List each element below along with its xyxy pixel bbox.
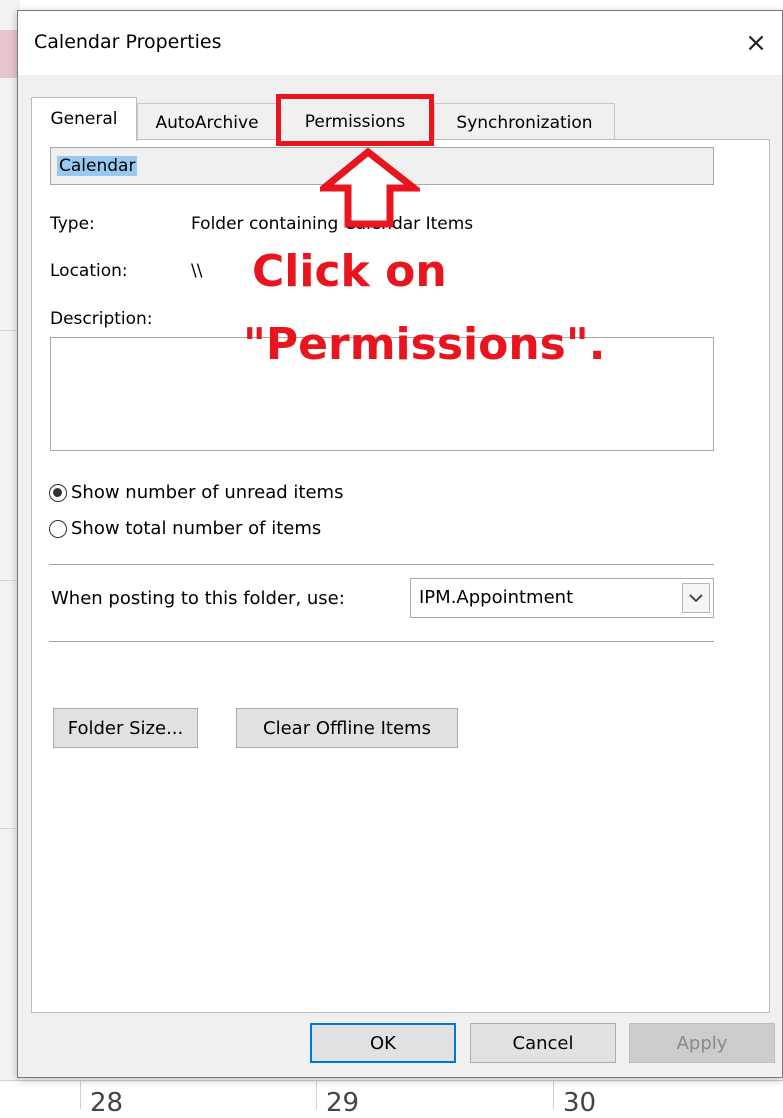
ok-button[interactable]: OK (310, 1023, 456, 1063)
calendar-day-number: 28 (90, 1088, 124, 1118)
apply-button: Apply (629, 1023, 775, 1063)
background-divider (0, 580, 17, 581)
separator (49, 564, 714, 565)
type-label: Type: (50, 214, 95, 234)
posting-label: When posting to this folder, use: (51, 588, 345, 609)
folder-name-value: Calendar (57, 156, 138, 176)
dialog-titlebar: Calendar Properties × (18, 11, 782, 75)
button-label: Apply (676, 1032, 728, 1054)
annotation-line-2: "Permissions". (243, 319, 606, 370)
posting-form-select[interactable]: IPM.Appointment (410, 578, 714, 618)
calendar-day-number: 30 (563, 1088, 597, 1118)
up-arrow-icon (320, 148, 420, 228)
radio-label: Show number of unread items (71, 482, 344, 503)
radio-label: Show total number of items (71, 518, 322, 539)
tab-autoarchive[interactable]: AutoArchive (137, 103, 277, 139)
dialog-title: Calendar Properties (34, 31, 222, 53)
radio-show-total[interactable]: Show total number of items (49, 518, 321, 539)
radio-show-unread[interactable]: Show number of unread items (49, 482, 343, 503)
background-calendar-separator (316, 1080, 317, 1109)
calendar-day-number: 29 (326, 1088, 360, 1118)
button-label: Folder Size... (67, 717, 184, 739)
radio-unchecked-icon (49, 519, 67, 538)
background-divider (0, 828, 17, 829)
button-label: OK (370, 1032, 396, 1054)
button-label: Cancel (512, 1032, 574, 1054)
close-icon: × (745, 28, 767, 58)
background-calendar-separator (80, 1080, 81, 1109)
chevron-down-icon[interactable] (682, 583, 710, 613)
tab-synchronization[interactable]: Synchronization (434, 103, 615, 139)
tab-label: AutoArchive (155, 113, 259, 133)
tab-label: Permissions (304, 112, 406, 132)
close-button[interactable]: × (730, 11, 782, 75)
tab-general[interactable]: General (31, 97, 137, 141)
cancel-button[interactable]: Cancel (470, 1023, 616, 1063)
separator (49, 641, 714, 642)
background-selected-item (0, 30, 18, 78)
posting-form-value: IPM.Appointment (419, 587, 574, 608)
description-label: Description: (50, 309, 153, 329)
tab-label: General (50, 109, 118, 129)
clear-offline-items-button[interactable]: Clear Offline Items (236, 708, 458, 748)
background-calendar-separator (553, 1080, 554, 1109)
radio-checked-icon (49, 483, 67, 502)
annotation-line-1: Click on (252, 246, 447, 297)
location-label: Location: (50, 261, 128, 281)
tab-label: Synchronization (456, 113, 593, 133)
location-value: \\ (191, 261, 203, 281)
background-divider (0, 330, 17, 331)
tab-permissions[interactable]: Permissions (276, 94, 434, 146)
button-label: Clear Offline Items (263, 717, 431, 739)
folder-size-button[interactable]: Folder Size... (53, 708, 198, 748)
